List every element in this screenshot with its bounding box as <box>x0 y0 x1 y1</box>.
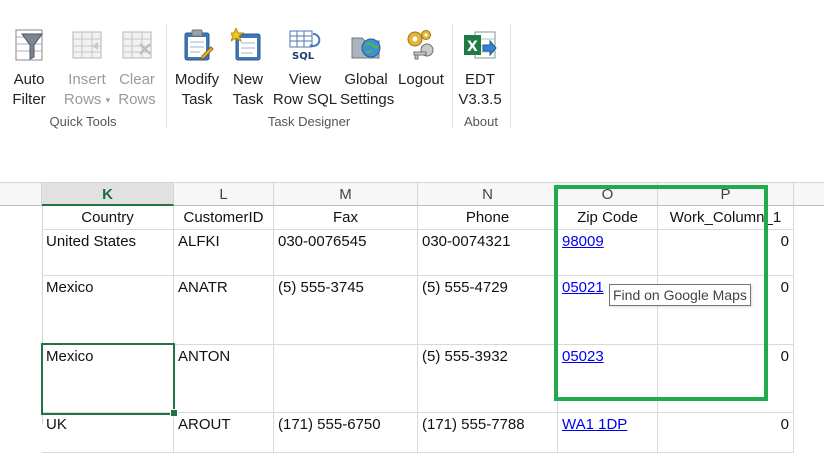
logout-button[interactable]: Logout <box>396 28 446 90</box>
field-header-zip[interactable]: Zip Code <box>558 206 658 230</box>
zip-link[interactable]: 05021 <box>562 279 604 296</box>
column-header-k[interactable]: K <box>42 183 174 206</box>
cell-phone[interactable]: (5) 555-3932 <box>418 345 558 413</box>
excel-arrow-icon: X <box>464 31 497 59</box>
clear-rows-button[interactable]: Clear Rows <box>116 28 158 110</box>
cell-customerid[interactable]: ANATR <box>174 276 274 345</box>
column-header-m[interactable]: M <box>274 183 418 206</box>
new-task-button[interactable]: New Task <box>228 28 268 110</box>
auto-filter-label-1: Auto <box>13 71 45 88</box>
insert-rows-icon <box>72 31 102 59</box>
cell-country[interactable]: Mexico <box>42 345 174 413</box>
sql-grid-icon: SQL <box>289 30 321 62</box>
column-header-p[interactable]: P <box>658 183 794 206</box>
view-row-sql-button[interactable]: SQL View Row SQL <box>272 28 338 110</box>
group-separator <box>510 24 511 128</box>
group-label-quick-tools: Quick Tools <box>49 114 117 129</box>
funnel-icon <box>15 29 43 61</box>
clipboard-edit-icon <box>184 29 214 61</box>
zip-link[interactable]: 98009 <box>562 233 604 250</box>
global-settings-button[interactable]: Global Settings <box>340 28 395 110</box>
hyperlink-tooltip: Find on Google Maps <box>609 284 751 306</box>
globe-folder-icon <box>351 37 381 59</box>
cell-customerid[interactable]: ANTON <box>174 345 274 413</box>
cell-fax[interactable]: (5) 555-3745 <box>274 276 418 345</box>
zip-link[interactable]: WA1 1DP <box>562 416 627 433</box>
select-all-corner[interactable] <box>0 183 42 206</box>
view-row-sql-label-2: Row SQL <box>272 91 338 108</box>
new-task-label-2: Task <box>232 91 264 108</box>
field-header-customerid[interactable]: CustomerID <box>174 206 274 230</box>
clear-rows-label-1: Clear <box>119 71 155 88</box>
field-header-fax[interactable]: Fax <box>274 206 418 230</box>
cell-phone[interactable]: (5) 555-4729 <box>418 276 558 345</box>
svg-text:X: X <box>467 39 478 55</box>
clear-rows-icon <box>122 31 152 59</box>
clear-rows-label-2: Rows <box>118 91 156 108</box>
cell-country[interactable]: UK <box>42 413 174 453</box>
gears-key-icon <box>407 30 434 60</box>
insert-rows-label-2: Rows <box>63 91 102 108</box>
edt-version-button[interactable]: X EDT V3.3.5 <box>456 28 504 110</box>
group-label-about: About <box>464 114 498 129</box>
field-header-phone[interactable]: Phone <box>418 206 558 230</box>
field-header-work-column[interactable]: Work_Column_1 <box>658 206 794 230</box>
cell-work-column[interactable]: 0 <box>658 345 794 413</box>
column-header-l[interactable]: L <box>174 183 274 206</box>
logout-label: Logout <box>398 71 444 88</box>
fill-handle[interactable] <box>170 409 178 417</box>
formula-bar-area <box>0 134 824 183</box>
cell-phone[interactable]: 030-0074321 <box>418 230 558 276</box>
modify-task-label-1: Modify <box>174 71 220 88</box>
row-header-strip <box>0 206 43 424</box>
column-header-n[interactable]: N <box>418 183 558 206</box>
global-settings-label-2: Settings <box>340 91 395 108</box>
cell-fax[interactable] <box>274 345 418 413</box>
column-header-blank[interactable] <box>794 183 824 206</box>
modify-task-button[interactable]: Modify Task <box>172 28 222 110</box>
cell-customerid[interactable]: ALFKI <box>174 230 274 276</box>
field-header-country[interactable]: Country <box>42 206 174 230</box>
cell-country[interactable]: Mexico <box>42 276 174 345</box>
edt-label-1: EDT <box>465 71 495 88</box>
ribbon: Auto Filter Insert Rows ▾ Clear Rows Mod… <box>0 0 824 135</box>
auto-filter-button[interactable]: Auto Filter <box>6 28 52 110</box>
cell-country[interactable]: United States <box>42 230 174 276</box>
group-separator <box>452 24 453 128</box>
view-row-sql-label-1: View <box>288 71 322 88</box>
modify-task-label-2: Task <box>181 91 213 108</box>
group-separator <box>166 24 167 128</box>
auto-filter-label-2: Filter <box>12 91 46 108</box>
worksheet-grid[interactable]: K L M N O P Country CustomerID Fax Phone… <box>0 183 824 453</box>
cell-fax[interactable]: 030-0076545 <box>274 230 418 276</box>
svg-text:SQL: SQL <box>292 51 315 62</box>
cell-phone[interactable]: (171) 555-7788 <box>418 413 558 453</box>
zip-link[interactable]: 05023 <box>562 348 604 365</box>
insert-rows-label-1: Insert <box>68 71 106 88</box>
column-header-o[interactable]: O <box>558 183 658 206</box>
clipboard-new-icon <box>231 28 261 61</box>
cell-zip[interactable]: 05023 <box>558 345 658 413</box>
cell-zip[interactable]: 98009 <box>558 230 658 276</box>
chevron-down-icon: ▾ <box>105 95 111 106</box>
new-task-label-1: New <box>232 71 263 88</box>
cell-work-column[interactable]: 0 <box>658 413 794 453</box>
insert-rows-button[interactable]: Insert Rows ▾ <box>62 28 112 110</box>
edt-label-2: V3.3.5 <box>458 91 502 108</box>
global-settings-label-1: Global <box>344 71 388 88</box>
cell-customerid[interactable]: AROUT <box>174 413 274 453</box>
group-label-task-designer: Task Designer <box>267 114 351 129</box>
cell-fax[interactable]: (171) 555-6750 <box>274 413 418 453</box>
cell-zip[interactable]: WA1 1DP <box>558 413 658 453</box>
cell-work-column[interactable]: 0 <box>658 230 794 276</box>
